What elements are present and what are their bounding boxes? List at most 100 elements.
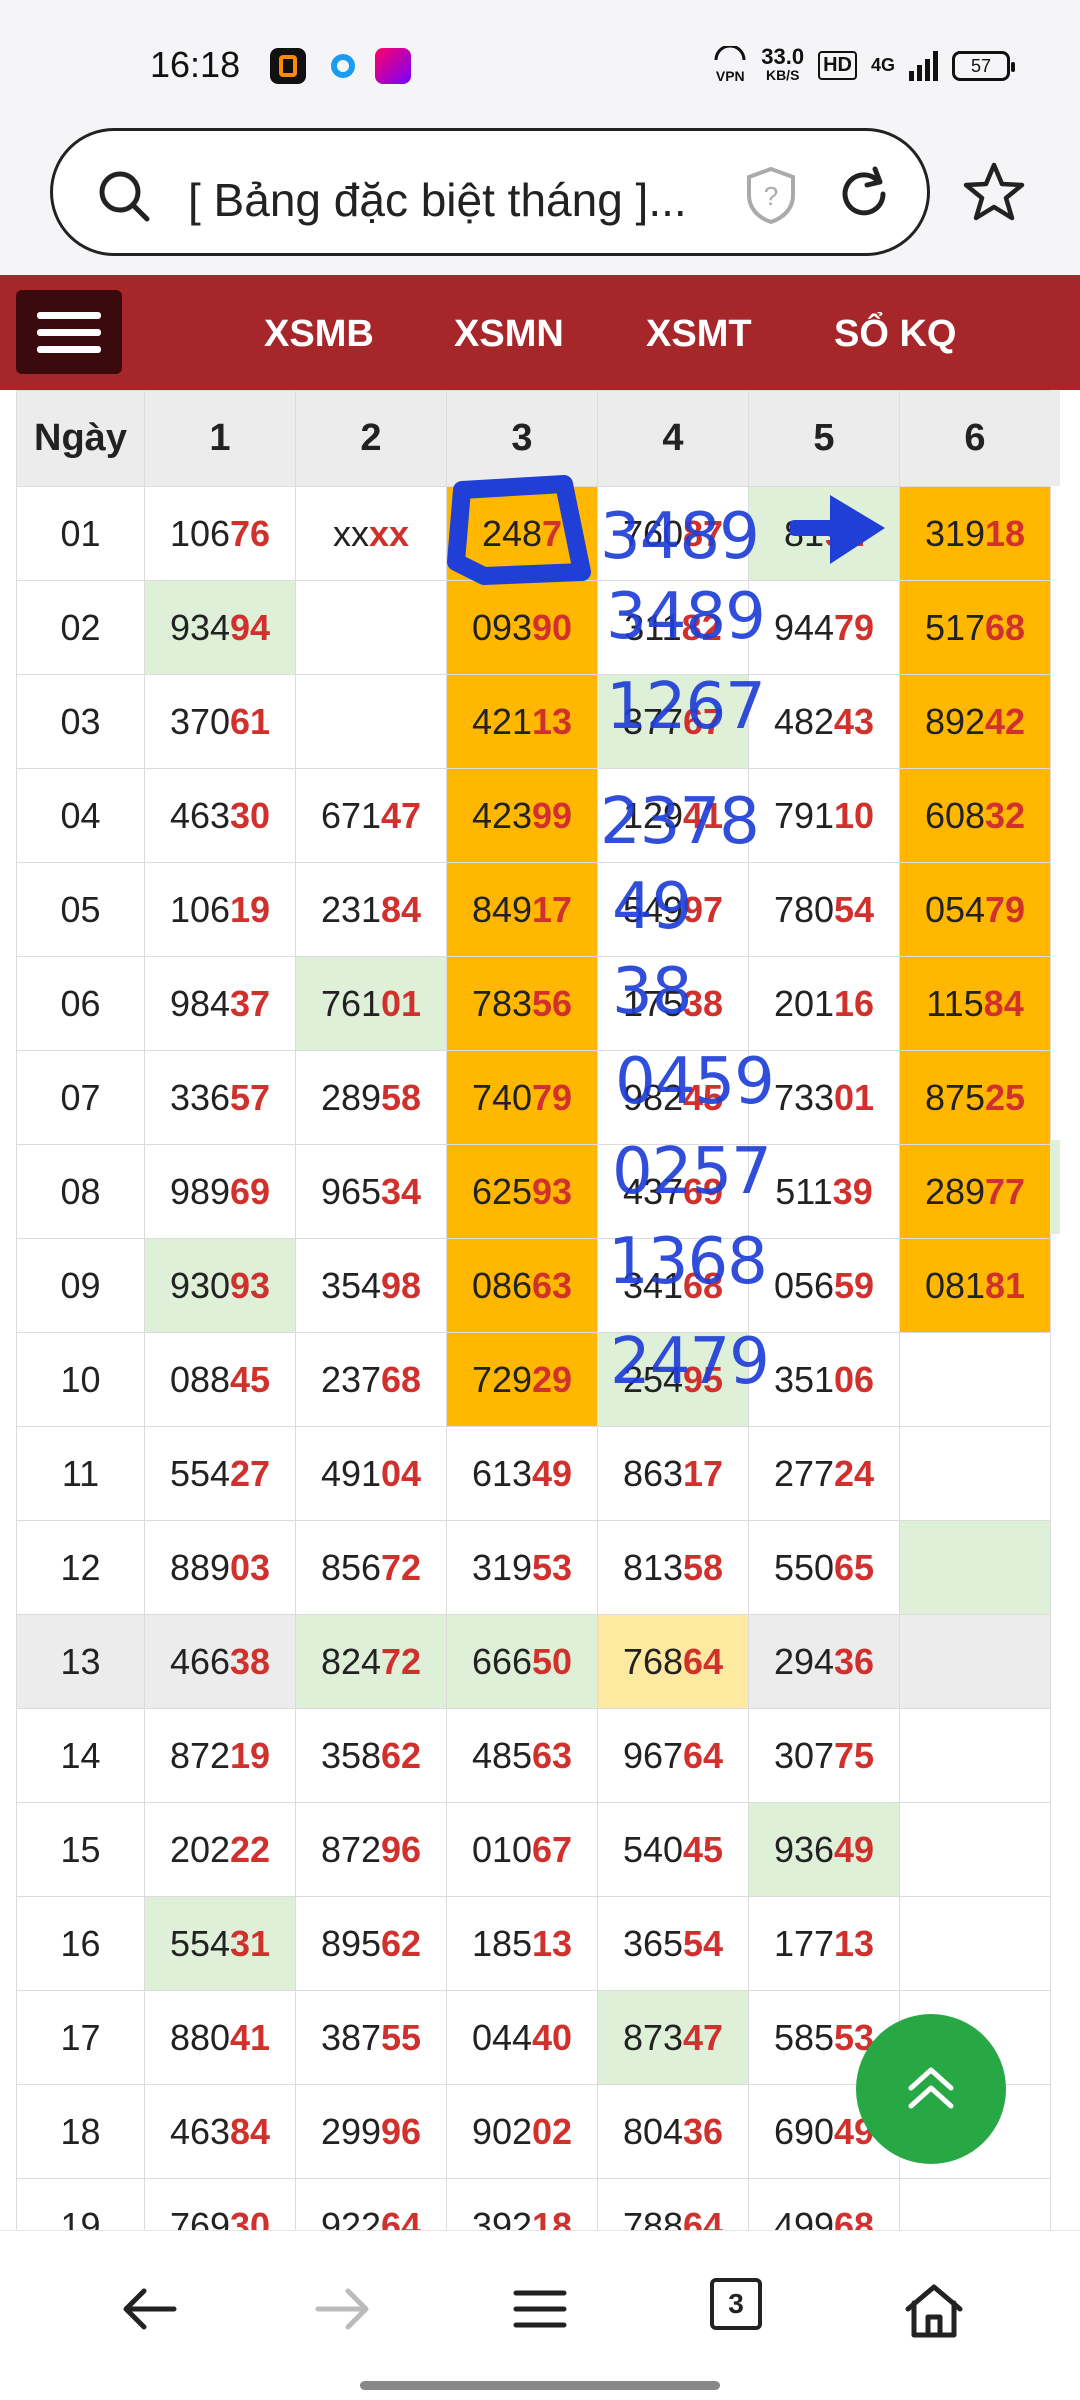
tabs-icon[interactable]: 3 — [710, 2278, 762, 2330]
result-cell[interactable]: 96534 — [295, 1144, 447, 1239]
result-cell[interactable]: 05479 — [899, 862, 1051, 957]
result-cell[interactable] — [899, 1802, 1051, 1897]
address-bar[interactable]: [ Bảng đặc biệt tháng ]... ? — [50, 128, 930, 256]
bookmark-star-icon[interactable] — [962, 160, 1026, 229]
home-icon[interactable] — [902, 2283, 966, 2344]
nav-so-kq[interactable]: SỔ KQ — [834, 313, 956, 356]
result-cell[interactable]: 28958 — [295, 1050, 447, 1145]
result-cell[interactable]: 98969 — [144, 1144, 296, 1239]
result-cell[interactable]: 87219 — [144, 1708, 296, 1803]
result-cell[interactable]: 49968 — [748, 2178, 900, 2230]
result-cell[interactable]: 98437 — [144, 956, 296, 1051]
result-cell[interactable]: 48563 — [446, 1708, 598, 1803]
result-cell[interactable]: 42399 — [446, 768, 598, 863]
result-cell[interactable]: 54045 — [597, 1802, 749, 1897]
result-cell[interactable]: 76930 — [144, 2178, 296, 2230]
scroll-top-button[interactable] — [856, 2014, 1006, 2164]
url-text[interactable]: [ Bảng đặc biệt tháng ]... — [188, 173, 748, 227]
nav-xsmb[interactable]: XSMB — [264, 313, 374, 356]
result-cell[interactable] — [899, 1614, 1051, 1709]
result-cell[interactable]: 30775 — [748, 1708, 900, 1803]
result-cell[interactable]: 51768 — [899, 580, 1051, 675]
result-cell[interactable]: 55065 — [748, 1520, 900, 1615]
result-cell[interactable]: 20116 — [748, 956, 900, 1051]
result-cell[interactable]: 89242 — [899, 674, 1051, 769]
result-cell[interactable]: 89562 — [295, 1896, 447, 1991]
result-cell[interactable] — [295, 580, 447, 675]
result-cell[interactable]: 82472 — [295, 1614, 447, 1709]
result-cell[interactable]: 39218 — [446, 2178, 598, 2230]
result-cell[interactable]: 85672 — [295, 1520, 447, 1615]
result-cell[interactable]: 78864 — [597, 2178, 749, 2230]
result-cell[interactable]: 60832 — [899, 768, 1051, 863]
result-cell[interactable]: 20222 — [144, 1802, 296, 1897]
result-cell[interactable]: 55431 — [144, 1896, 296, 1991]
result-cell[interactable]: 35498 — [295, 1238, 447, 1333]
result-cell[interactable]: 31918 — [899, 486, 1051, 581]
result-cell[interactable]: 08663 — [446, 1238, 598, 1333]
home-indicator[interactable] — [360, 2381, 720, 2390]
result-cell[interactable] — [899, 1426, 1051, 1521]
result-cell[interactable]: 05659 — [748, 1238, 900, 1333]
result-cell[interactable]: 76101 — [295, 956, 447, 1051]
result-cell[interactable]: 80436 — [597, 2084, 749, 2179]
result-cell[interactable]: 28977 — [899, 1144, 1051, 1239]
result-cell[interactable]: 18513 — [446, 1896, 598, 1991]
reload-icon[interactable] — [833, 163, 895, 230]
result-cell[interactable]: 27724 — [748, 1426, 900, 1521]
result-cell[interactable]: 72929 — [446, 1332, 598, 1427]
result-cell[interactable]: 48243 — [748, 674, 900, 769]
result-cell[interactable]: 88041 — [144, 1990, 296, 2085]
result-cell[interactable]: 08845 — [144, 1332, 296, 1427]
result-cell[interactable]: 51139 — [748, 1144, 900, 1239]
results-table-container[interactable]: Ngày123456 0110676xxxx248776087819131918… — [0, 390, 1080, 2230]
result-cell[interactable]: 09390 — [446, 580, 598, 675]
nav-xsmn[interactable]: XSMN — [454, 313, 564, 356]
result-cell[interactable]: 35106 — [748, 1332, 900, 1427]
result-cell[interactable]: 10676 — [144, 486, 296, 581]
result-cell[interactable]: 55427 — [144, 1426, 296, 1521]
result-cell[interactable]: 11584 — [899, 956, 1051, 1051]
result-cell[interactable]: 67147 — [295, 768, 447, 863]
result-cell[interactable]: 79110 — [748, 768, 900, 863]
result-cell[interactable]: 87296 — [295, 1802, 447, 1897]
result-cell[interactable]: 61349 — [446, 1426, 598, 1521]
result-cell[interactable] — [899, 2178, 1051, 2230]
result-cell[interactable]: 35862 — [295, 1708, 447, 1803]
result-cell[interactable]: 94479 — [748, 580, 900, 675]
result-cell[interactable]: 87525 — [899, 1050, 1051, 1145]
result-cell[interactable]: 96764 — [597, 1708, 749, 1803]
result-cell[interactable]: 37061 — [144, 674, 296, 769]
result-cell[interactable]: 01067 — [446, 1802, 598, 1897]
result-cell[interactable]: 93649 — [748, 1802, 900, 1897]
result-cell[interactable]: 23184 — [295, 862, 447, 957]
result-cell[interactable]: 29436 — [748, 1614, 900, 1709]
result-cell[interactable]: 10619 — [144, 862, 296, 957]
result-cell[interactable]: 90202 — [446, 2084, 598, 2179]
result-cell[interactable]: 88903 — [144, 1520, 296, 1615]
result-cell[interactable]: 66650 — [446, 1614, 598, 1709]
nav-xsmt[interactable]: XSMT — [646, 313, 752, 356]
shield-icon[interactable]: ? — [743, 165, 799, 230]
result-cell[interactable]: 78356 — [446, 956, 598, 1051]
result-cell[interactable]: 49104 — [295, 1426, 447, 1521]
result-cell[interactable]: 92264 — [295, 2178, 447, 2230]
result-cell[interactable] — [899, 1332, 1051, 1427]
result-cell[interactable]: 62593 — [446, 1144, 598, 1239]
result-cell[interactable]: 36554 — [597, 1896, 749, 1991]
result-cell[interactable]: 31953 — [446, 1520, 598, 1615]
result-cell[interactable]: 86317 — [597, 1426, 749, 1521]
result-cell[interactable]: 42113 — [446, 674, 598, 769]
result-cell[interactable]: 08181 — [899, 1238, 1051, 1333]
menu-lines-icon[interactable] — [510, 2283, 570, 2340]
back-icon[interactable] — [118, 2283, 180, 2340]
menu-icon[interactable] — [16, 290, 122, 374]
result-cell[interactable] — [295, 674, 447, 769]
result-cell[interactable]: 93494 — [144, 580, 296, 675]
result-cell[interactable]: 29996 — [295, 2084, 447, 2179]
result-cell[interactable]: xxxx — [295, 486, 447, 581]
result-cell[interactable] — [899, 1520, 1051, 1615]
result-cell[interactable]: 23768 — [295, 1332, 447, 1427]
result-cell[interactable]: 04440 — [446, 1990, 598, 2085]
result-cell[interactable] — [899, 1708, 1051, 1803]
